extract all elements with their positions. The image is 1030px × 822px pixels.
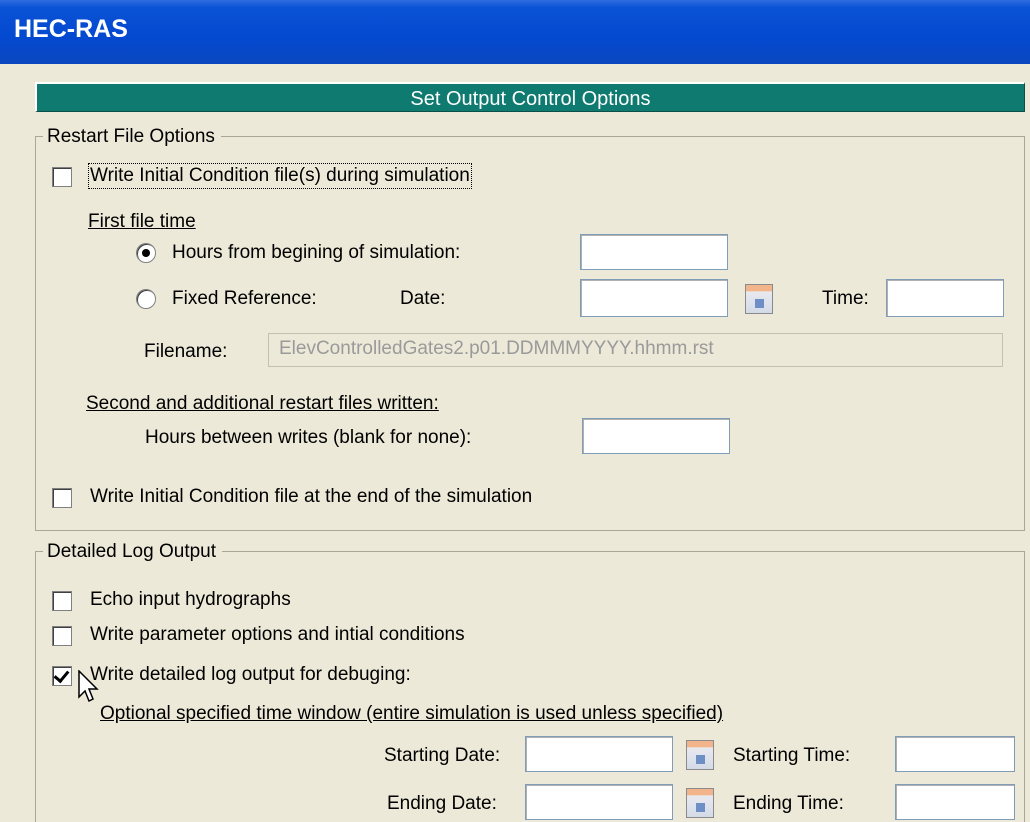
fixed-time-input[interactable]: [886, 279, 1004, 317]
time-label: Time:: [822, 288, 869, 309]
starting-time-input[interactable]: [895, 736, 1015, 772]
starting-date-calendar-icon[interactable]: [686, 740, 714, 770]
hours-between-input[interactable]: [582, 418, 730, 454]
write-parameters-checkbox[interactable]: [52, 626, 72, 646]
ending-date-label: Ending Date:: [387, 793, 497, 814]
write-parameters-label[interactable]: Write parameter options and intial condi…: [90, 624, 465, 646]
filename-field: ElevControlledGates2.p01.DDMMMYYYY.hhmm.…: [268, 333, 1003, 367]
dialog-header: Set Output Control Options: [35, 82, 1025, 112]
first-file-time-label: First file time: [88, 211, 196, 232]
starting-date-label: Starting Date:: [384, 745, 501, 766]
hours-from-start-input[interactable]: [580, 234, 728, 270]
write-detailed-checkbox[interactable]: [52, 666, 72, 686]
write-ic-end-label[interactable]: Write Initial Condition file at the end …: [90, 486, 532, 508]
second-files-label: Second and additional restart files writ…: [86, 393, 439, 414]
hours-from-start-label[interactable]: Hours from begining of simulation:: [172, 242, 460, 264]
fixed-date-input[interactable]: [580, 279, 728, 317]
calendar-icon[interactable]: [745, 284, 773, 314]
time-window-label: Optional specified time window (entire s…: [100, 703, 724, 724]
mouse-pointer-icon: [78, 670, 99, 703]
log-group-label: Detailed Log Output: [43, 541, 223, 563]
fixed-reference-label[interactable]: Fixed Reference:: [172, 288, 317, 310]
ending-date-input[interactable]: [525, 784, 673, 820]
ending-time-input[interactable]: [895, 784, 1015, 820]
hours-from-start-radio[interactable]: [136, 243, 156, 263]
ending-date-calendar-icon[interactable]: [686, 788, 714, 818]
ending-time-label: Ending Time:: [733, 793, 844, 814]
write-detailed-label[interactable]: Write detailed log output for debuging:: [90, 664, 411, 686]
restart-group-label: Restart File Options: [43, 126, 221, 148]
echo-hydrographs-label[interactable]: Echo input hydrographs: [90, 589, 291, 611]
date-label: Date:: [400, 288, 446, 309]
starting-date-input[interactable]: [525, 736, 673, 772]
starting-time-label: Starting Time:: [733, 745, 851, 766]
dialog-body: Set Output Control Options Restart File …: [0, 64, 1030, 822]
window-title: HEC-RAS: [14, 15, 128, 43]
title-bar[interactable]: HEC-RAS: [0, 0, 1030, 64]
write-ic-during-label[interactable]: Write Initial Condition file(s) during s…: [88, 163, 472, 189]
filename-label: Filename:: [144, 341, 228, 362]
write-ic-end-checkbox[interactable]: [52, 488, 72, 508]
hours-between-label: Hours between writes (blank for none):: [145, 427, 472, 448]
echo-hydrographs-checkbox[interactable]: [52, 591, 72, 611]
fixed-reference-radio[interactable]: [136, 289, 156, 309]
write-ic-during-checkbox[interactable]: [52, 167, 72, 187]
